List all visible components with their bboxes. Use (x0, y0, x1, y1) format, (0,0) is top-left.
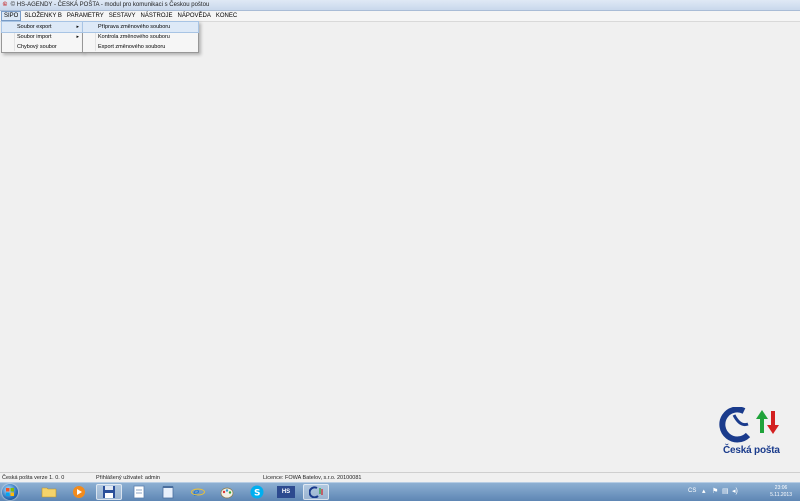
taskbar-media-button[interactable] (66, 484, 92, 500)
menu-sestavy[interactable]: SESTAVY (107, 11, 138, 21)
menu-nastroje[interactable]: NÁSTROJE (139, 11, 175, 21)
ceska-posta-icon (309, 486, 323, 498)
menu-sipo[interactable]: SIPO (1, 11, 22, 21)
taskbar: e S HS CS ▴ ⚑ ▤ ◂) 23:06 5.11.2013 (0, 482, 800, 501)
taskbar-hs-button[interactable]: HS (273, 484, 299, 500)
floppy-disk-icon (103, 486, 115, 498)
menu-slozenky-b[interactable]: SLOŽENKY B (22, 11, 64, 21)
tray-network-icon[interactable]: ▤ (722, 488, 729, 496)
menu-item-label: Chybový soubor (17, 44, 57, 50)
folder-icon (41, 487, 57, 498)
export-submenu: Příprava změnového souboru Kontrola změn… (82, 21, 199, 53)
menu-item-soubor-export[interactable]: Soubor export ▸ (1, 21, 83, 33)
taskbar-ie-button[interactable]: e (185, 484, 211, 500)
menu-item-label: Soubor import (17, 34, 52, 40)
hs-icon-label: HS (281, 489, 291, 495)
app-icon: © (2, 2, 8, 8)
tray-arrow-icon[interactable]: ▴ (702, 488, 706, 496)
system-tray: CS ▴ ⚑ ▤ ◂) 23:06 5.11.2013 (680, 483, 800, 501)
title-bar[interactable]: © © HS-AGENDY - ČESKÁ POŠTA - modul pro … (0, 0, 800, 11)
paint-icon (220, 487, 234, 499)
media-player-icon (73, 486, 85, 498)
taskbar-document-button[interactable] (126, 484, 152, 500)
menu-parametry[interactable]: PARAMETRY (65, 11, 106, 21)
logo-text: Česká pošta (723, 445, 780, 456)
taskbar-skype-button[interactable]: S (244, 484, 270, 500)
svg-text:e: e (193, 486, 200, 499)
window-title: © HS-AGENDY - ČESKÁ POŠTA - modul pro ko… (10, 2, 210, 8)
tray-volume-icon[interactable]: ◂) (732, 488, 738, 496)
menu-napoveda[interactable]: NÁPOVĚDA (176, 11, 213, 21)
taskbar-notepad-button[interactable] (155, 484, 181, 500)
ceska-posta-logo: Česká pošta (718, 406, 788, 457)
taskbar-paint-button[interactable] (214, 484, 240, 500)
hs-agendy-icon: HS (277, 486, 295, 498)
skype-icon: S (250, 485, 264, 499)
sipo-dropdown-menu: Soubor export ▸ Soubor import ▸ Chybový … (1, 21, 83, 53)
menu-item-kontrola[interactable]: Kontrola změnového souboru (83, 32, 198, 42)
posthorn-logo-icon (719, 406, 779, 443)
menu-item-chybovy-soubor[interactable]: Chybový soubor (2, 42, 82, 52)
menu-item-soubor-import[interactable]: Soubor import ▸ (2, 32, 82, 42)
tray-flag-icon[interactable]: ⚑ (712, 488, 718, 496)
menu-item-label: Soubor export (17, 24, 52, 30)
submenu-arrow-icon: ▸ (76, 24, 79, 30)
taskbar-ceska-posta-button[interactable] (303, 484, 329, 500)
menu-konec[interactable]: KONEC (214, 11, 239, 21)
clock-date: 5.11.2013 (770, 491, 792, 498)
notepad-icon (162, 486, 174, 499)
taskbar-folder-button[interactable] (36, 484, 62, 500)
menu-item-priprava[interactable]: Příprava změnového souboru (82, 21, 199, 33)
document-icon (133, 485, 145, 499)
taskbar-floppy-button[interactable] (96, 484, 122, 500)
svg-text:S: S (254, 489, 260, 499)
submenu-arrow-icon: ▸ (76, 34, 79, 40)
windows-logo-icon (6, 488, 14, 496)
start-button[interactable] (2, 484, 18, 500)
tray-clock[interactable]: 23:06 5.11.2013 (770, 485, 792, 498)
language-indicator[interactable]: CS (688, 488, 696, 494)
ie-icon: e (191, 486, 205, 499)
menu-item-export[interactable]: Export změnového souboru (83, 42, 198, 52)
